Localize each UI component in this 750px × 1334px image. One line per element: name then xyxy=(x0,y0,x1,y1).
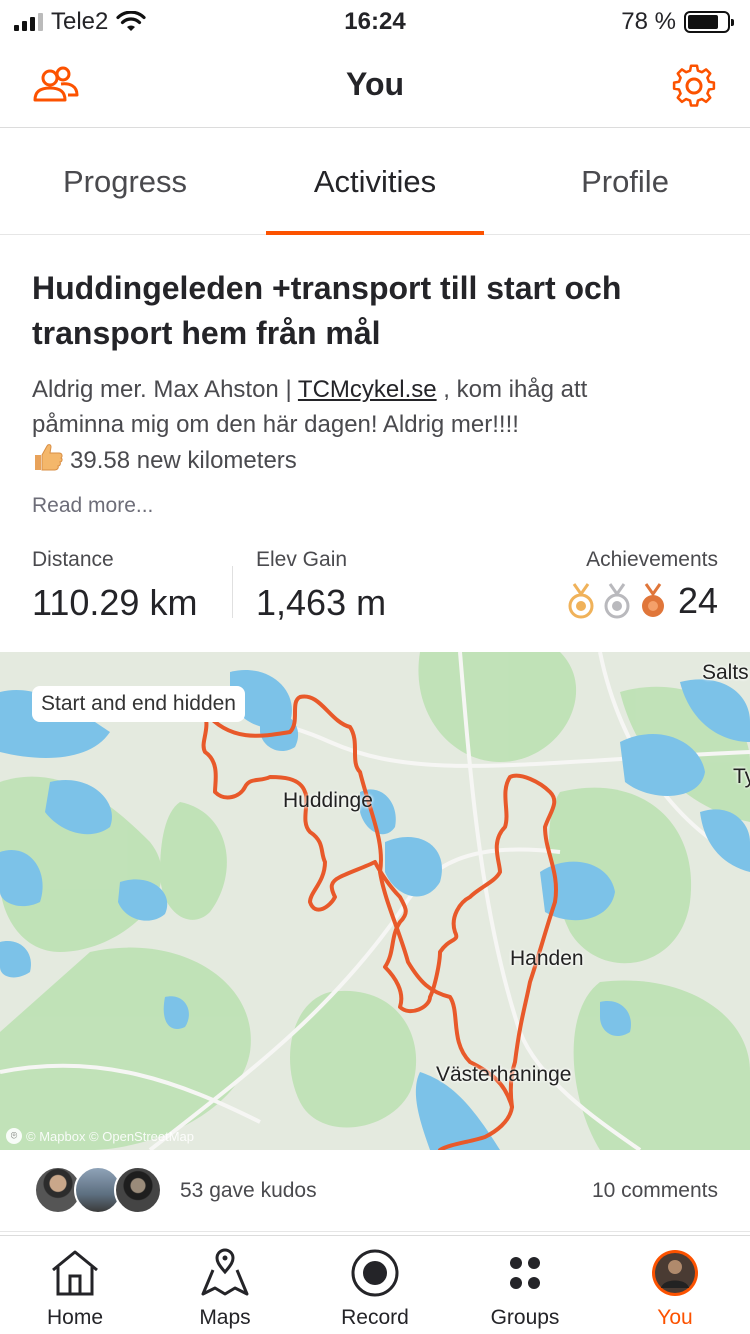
nav-record[interactable]: Record xyxy=(300,1236,450,1334)
stat-divider xyxy=(232,566,233,618)
status-right: 78 % xyxy=(621,8,734,36)
stat-label: Elev Gain xyxy=(256,548,348,571)
battery-percent: 78 % xyxy=(621,8,676,35)
desc-text: Aldrig mer. Max Ahston | xyxy=(32,376,298,403)
nav-label: Record xyxy=(341,1306,409,1329)
attribution-text: © Mapbox © OpenStreetMap xyxy=(26,1128,195,1144)
desc-text: , kom ihåg att xyxy=(436,376,588,403)
home-icon xyxy=(52,1250,98,1296)
read-more-link[interactable]: Read more... xyxy=(32,494,153,518)
map-label-vasterhaninge: Västerhaninge xyxy=(436,1063,572,1086)
avatar xyxy=(652,1250,698,1296)
mapbox-logo-icon: ⌾ xyxy=(6,1128,22,1144)
tab-bar: Progress Activities Profile xyxy=(0,129,750,235)
groups-icon xyxy=(510,1257,540,1289)
status-bar: Tele2 16:24 78 % xyxy=(0,0,750,44)
map-attribution[interactable]: ⌾ © Mapbox © OpenStreetMap xyxy=(6,1128,194,1144)
thumbs-up-icon xyxy=(35,444,63,471)
nav-label: Home xyxy=(46,1306,104,1329)
desc-link[interactable]: TCMcykel.se xyxy=(298,376,437,403)
bottom-nav: Home Maps Record Groups You xyxy=(0,1235,750,1334)
tab-profile[interactable]: Profile xyxy=(500,129,750,234)
nav-maps[interactable]: Maps xyxy=(150,1236,300,1334)
nav-label: Maps xyxy=(199,1306,251,1329)
stat-elev-gain: Elev Gain 1,463 m xyxy=(256,548,386,624)
gear-icon[interactable] xyxy=(668,62,720,110)
nav-label: Groups xyxy=(490,1306,560,1329)
map-canvas xyxy=(0,652,750,1150)
battery-icon xyxy=(684,11,734,33)
avatar xyxy=(114,1166,162,1214)
stat-value: 110.29 km xyxy=(32,582,198,623)
activity-description: Aldrig mer. Max Ahston | TCMcykel.se , k… xyxy=(32,372,722,478)
comments-count[interactable]: 10 comments xyxy=(592,1179,718,1203)
achievements-count: 24 xyxy=(677,580,718,621)
desc-text: 39.58 new kilometers xyxy=(70,447,297,474)
kudos-bar: 53 gave kudos 10 comments xyxy=(0,1150,750,1232)
stat-distance: Distance 110.29 km xyxy=(32,548,197,624)
tab-activities[interactable]: Activities xyxy=(250,129,500,235)
map-label-huddinge: Huddinge xyxy=(283,789,373,812)
map-label-handen: Handen xyxy=(510,947,584,970)
gold-medal-icon xyxy=(568,583,594,619)
nav-groups[interactable]: Groups xyxy=(450,1236,600,1334)
route-map[interactable]: Huddinge Handen Västerhaninge Salts Ty xyxy=(0,652,750,1150)
activity-stats: Distance 110.29 km Elev Gain 1,463 m Ach… xyxy=(0,548,750,638)
nav-you[interactable]: You xyxy=(600,1236,750,1334)
bronze-medal-icon xyxy=(641,583,664,617)
record-icon xyxy=(351,1249,399,1297)
stat-label: Achievements xyxy=(586,548,718,571)
tab-progress[interactable]: Progress xyxy=(0,129,250,234)
desc-text: påminna mig om den här dagen! Aldrig mer… xyxy=(32,411,519,438)
kudos-avatars[interactable] xyxy=(34,1166,164,1216)
kudos-count[interactable]: 53 gave kudos xyxy=(180,1179,317,1203)
page-title: You xyxy=(345,66,405,102)
stat-achievements[interactable]: Achievements 24 xyxy=(566,548,718,622)
map-label-salts: Salts xyxy=(702,661,749,684)
nav-home[interactable]: Home xyxy=(0,1236,150,1334)
nav-label: You xyxy=(657,1306,693,1329)
activity-title[interactable]: Huddingeleden +transport till start och … xyxy=(32,266,722,356)
top-header: You xyxy=(0,44,750,128)
silver-medal-icon xyxy=(604,583,630,619)
stat-value: 1,463 m xyxy=(256,582,387,623)
stat-label: Distance xyxy=(32,548,114,571)
map-label-ty: Ty xyxy=(733,765,750,788)
map-icon xyxy=(201,1248,249,1296)
start-end-hidden-badge: Start and end hidden xyxy=(32,686,245,722)
